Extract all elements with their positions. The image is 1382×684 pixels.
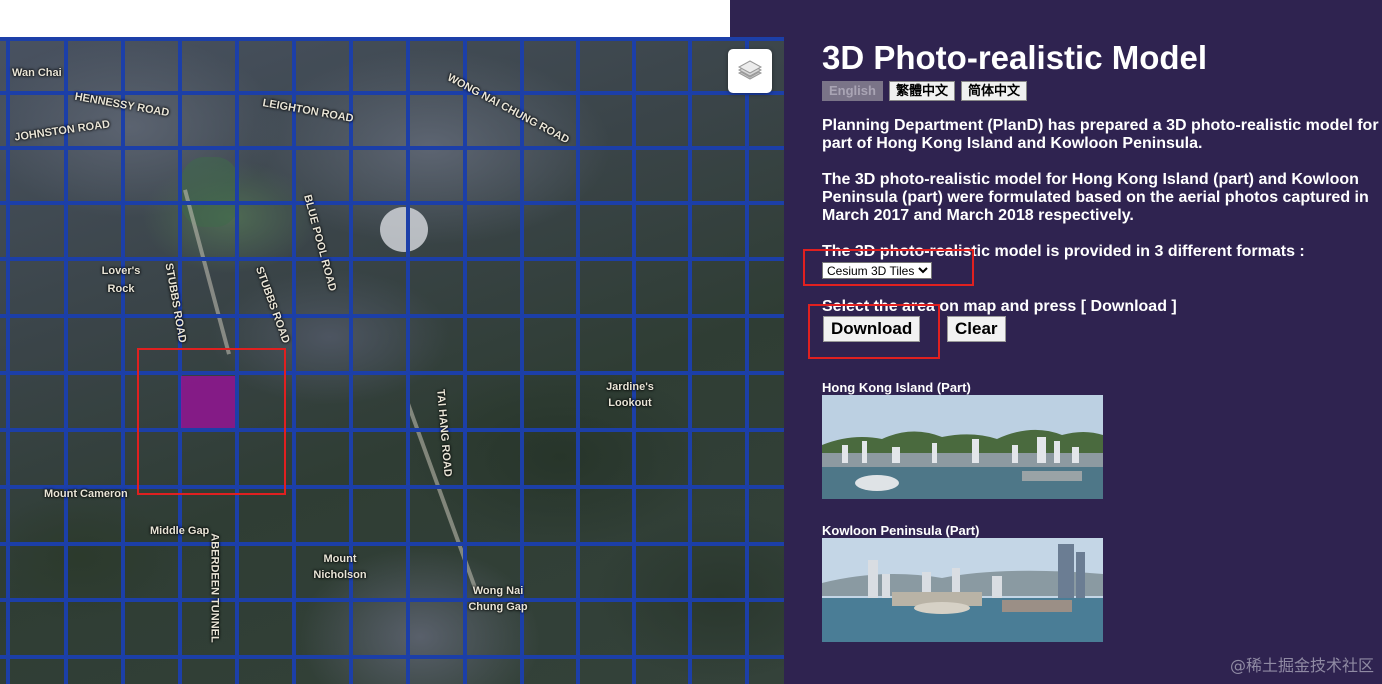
map-label-mount-nicholson: Mount Nicholson (313, 553, 367, 581)
lang-traditional-chinese-button[interactable]: 繁體中文 (888, 81, 955, 101)
lang-simplified-chinese-button[interactable]: 简体中文 (960, 81, 1027, 101)
language-switcher: English 繁體中文 简体中文 (822, 81, 1027, 101)
map-label-lovers-rock: Lover's Rock (101, 265, 141, 295)
kowloon-thumbnail (822, 538, 1103, 642)
map-label-aberdeen-tunnel: ABERDEEN TUNNEL (208, 533, 221, 643)
lang-english-button[interactable]: English (822, 81, 883, 101)
clear-button[interactable]: Clear (947, 316, 1006, 342)
formulation-paragraph: The 3D photo-realistic model for Hong Ko… (822, 171, 1369, 224)
intro-paragraph: Planning Department (PlanD) has prepared… (822, 117, 1379, 152)
layers-button[interactable] (728, 49, 772, 93)
top-blank-bar (0, 0, 730, 37)
annotation-download-box (808, 304, 940, 359)
map-view[interactable]: Wan Chai HENNESSY ROAD JOHNSTON ROAD LEI… (0, 37, 784, 684)
layers-icon (737, 60, 763, 80)
map-label-wan-chai: Wan Chai (12, 67, 62, 79)
watermark: @稀土掘金技术社区 (1229, 656, 1374, 675)
hk-island-thumbnail (822, 395, 1103, 499)
map-label-mount-cameron: Mount Cameron (44, 488, 128, 500)
map-grid (0, 37, 784, 684)
page-title: 3D Photo-realistic Model (822, 39, 1208, 76)
annotation-highlight-box (137, 348, 286, 495)
map-label-jardines-lookout: Jardine's Lookout (606, 381, 654, 409)
hk-island-caption: Hong Kong Island (Part) (822, 380, 971, 395)
annotation-format-box (803, 249, 974, 286)
map-label-middle-gap: Middle Gap (150, 525, 210, 537)
kowloon-caption: Kowloon Peninsula (Part) (822, 523, 980, 538)
map-label-wong-nai-chung-gap: Wong Nai Chung Gap (468, 585, 528, 613)
